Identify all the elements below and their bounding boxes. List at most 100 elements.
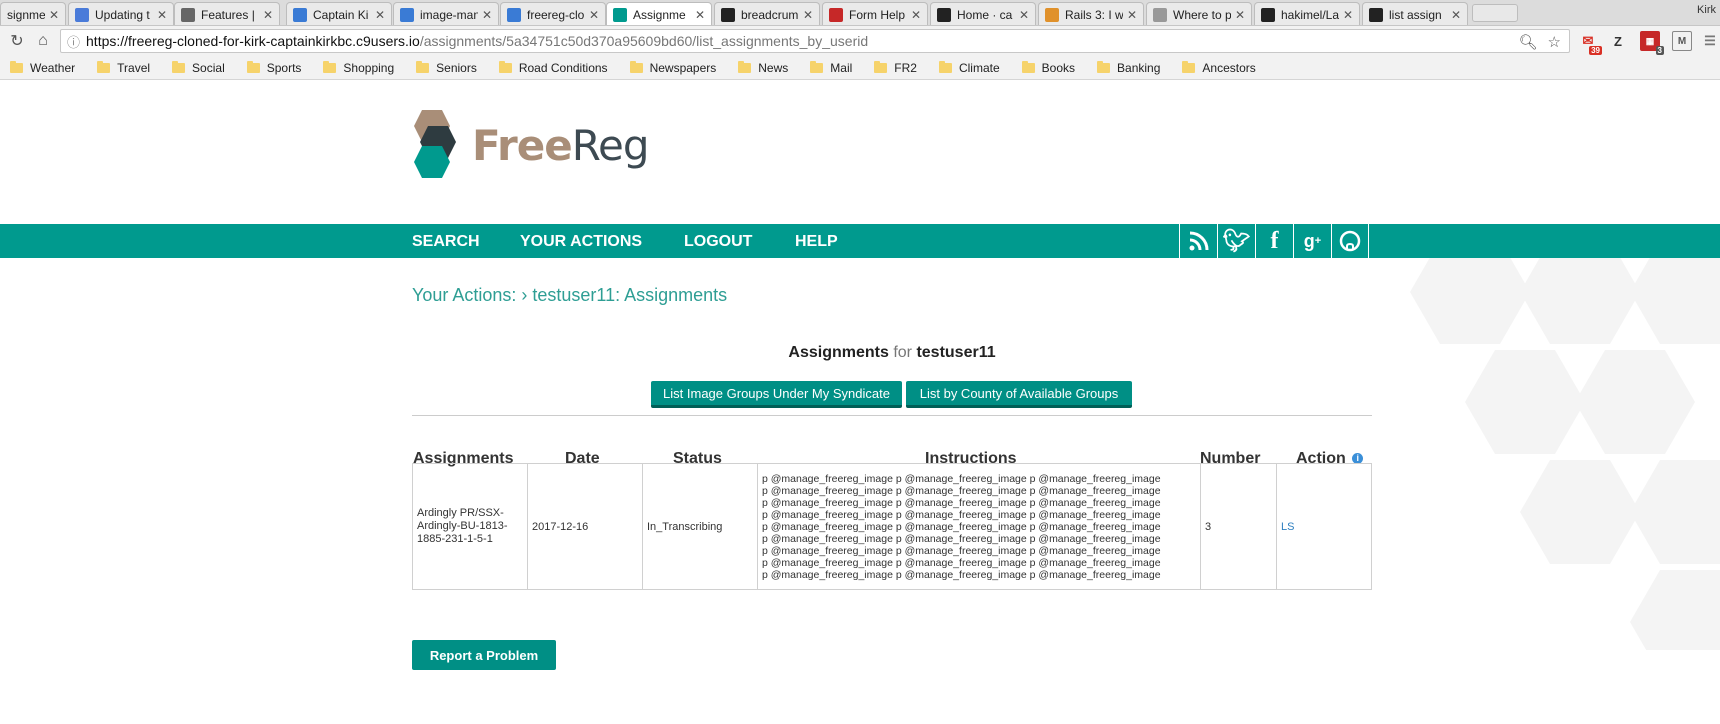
calendar-extension-icon[interactable]: ▦ 3	[1640, 31, 1664, 55]
bookmark-item[interactable]: Social	[172, 60, 225, 75]
tab-favicon-icon	[1261, 7, 1275, 22]
bookmark-item[interactable]: Shopping	[323, 60, 394, 75]
url-input[interactable]: ⓘ https://freereg-cloned-for-kirk-captai…	[60, 29, 1570, 53]
tab-close-icon[interactable]: ✕	[589, 8, 599, 22]
bookmark-item[interactable]: Banking	[1097, 60, 1160, 75]
tab-close-icon[interactable]: ✕	[803, 8, 813, 22]
bookmark-item[interactable]: Climate	[938, 60, 1000, 75]
list-by-county-button[interactable]: List by County of Available Groups	[906, 381, 1132, 408]
nav-search[interactable]: SEARCH	[412, 233, 480, 251]
tab-close-icon[interactable]: ✕	[157, 8, 167, 22]
twitter-icon[interactable]: 🐦︎	[1217, 224, 1255, 258]
bookmark-label: Road Conditions	[518, 60, 608, 75]
nav-your-actions[interactable]: YOUR ACTIONS	[520, 233, 642, 251]
bookmark-label: Sports	[266, 60, 302, 75]
tab-favicon-icon	[721, 7, 735, 22]
bookmark-item[interactable]: Travel	[97, 60, 150, 75]
m-extension-icon[interactable]: M	[1672, 31, 1692, 51]
tab-close-icon[interactable]: ✕	[263, 8, 273, 22]
browser-tab[interactable]: list assign ✕	[1362, 2, 1468, 25]
assignment-name-line: Ardingly-BU-1813-	[417, 520, 508, 532]
instruction-line: p @manage_freereg_image p @manage_freere…	[762, 544, 1161, 557]
url-host: https://freereg-cloned-for-kirk-captaink…	[86, 33, 420, 49]
bookmark-label: Weather	[30, 60, 76, 75]
browser-tab[interactable]: freereg-clo ✕	[500, 2, 606, 25]
menu-extension-icon[interactable]: ☰	[1700, 31, 1720, 51]
bookmark-item[interactable]: Mail	[810, 60, 853, 75]
browser-tab[interactable]: Home · ca ✕	[930, 2, 1036, 25]
freereg-hexagon-icon	[414, 110, 456, 178]
folder-icon	[416, 60, 430, 73]
bookmark-item[interactable]: Road Conditions	[498, 60, 608, 75]
bookmark-label: Mail	[830, 60, 853, 75]
bookmark-item[interactable]: Newspapers	[629, 60, 716, 75]
breadcrumb[interactable]: Your Actions: › testuser11: Assignments	[412, 285, 727, 306]
tab-label: Updating t	[95, 7, 150, 22]
tab-favicon-icon	[181, 7, 195, 22]
tab-strip: signme ✕ Updating t ✕ Features | ✕ Captain Ki…	[0, 0, 1720, 26]
tab-close-icon[interactable]: ✕	[1235, 8, 1245, 22]
new-tab-button[interactable]	[1472, 4, 1518, 22]
tab-close-icon[interactable]: ✕	[482, 8, 492, 22]
reload-icon[interactable]: ↻	[4, 28, 30, 54]
tab-favicon-icon	[937, 7, 951, 22]
bookmark-label: Ancestors	[1202, 60, 1256, 75]
browser-tab[interactable]: Where to p ✕	[1146, 2, 1252, 25]
bookmark-item[interactable]: FR2	[874, 60, 917, 75]
tab-label: Captain Ki	[313, 7, 369, 22]
tab-label: Rails 3: I w	[1065, 7, 1123, 22]
tab-close-icon[interactable]: ✕	[375, 8, 385, 22]
google-plus-icon[interactable]: g +	[1293, 224, 1331, 258]
nav-help[interactable]: HELP	[795, 233, 838, 251]
browser-tab[interactable]: Features | ✕	[174, 2, 280, 25]
bookmark-item[interactable]: Ancestors	[1182, 60, 1256, 75]
tab-close-icon[interactable]: ✕	[911, 8, 921, 22]
bookmark-label: News	[758, 60, 789, 75]
browser-tab[interactable]: image-man ✕	[393, 2, 499, 25]
zoom-icon[interactable]: 🔍︎	[1519, 33, 1538, 51]
bookmark-item[interactable]: Seniors	[416, 60, 477, 75]
home-icon[interactable]: ⌂	[30, 28, 56, 54]
browser-tab[interactable]: Assignme ✕	[606, 2, 712, 25]
bookmark-star-icon[interactable]: ☆	[1548, 33, 1561, 51]
browser-tab[interactable]: Form Help ✕	[822, 2, 928, 25]
browser-tab[interactable]: breadcrum ✕	[714, 2, 820, 25]
tab-close-icon[interactable]: ✕	[1019, 8, 1029, 22]
tab-close-icon[interactable]: ✕	[1127, 8, 1137, 22]
z-extension-icon[interactable]: Z	[1608, 31, 1628, 51]
bookmark-item[interactable]: Sports	[246, 60, 302, 75]
browser-tab[interactable]: Captain Ki ✕	[286, 2, 392, 25]
github-icon[interactable]	[1331, 224, 1369, 258]
title-for: for	[893, 344, 912, 361]
tab-label: signme	[7, 7, 45, 22]
bookmark-item[interactable]: Weather	[10, 60, 76, 75]
browser-tab[interactable]: hakimel/La ✕	[1254, 2, 1360, 25]
url-path: /assignments/5a34751c50d370a95609bd60/li…	[419, 33, 869, 49]
tab-close-icon[interactable]: ✕	[695, 8, 705, 22]
report-problem-button[interactable]: Report a Problem	[412, 640, 556, 670]
instruction-line: p @manage_freereg_image p @manage_freere…	[762, 532, 1161, 545]
instruction-line: p @manage_freereg_image p @manage_freere…	[762, 568, 1161, 581]
logo-wordmark: FreeReg	[472, 120, 649, 170]
rss-icon[interactable]	[1179, 224, 1217, 258]
freereg-logo[interactable]: FreeReg	[410, 110, 649, 180]
facebook-icon[interactable]: f	[1255, 224, 1293, 258]
bookmark-item[interactable]: News	[738, 60, 789, 75]
browser-tab[interactable]: signme ✕	[0, 2, 66, 25]
browser-tab[interactable]: Updating t ✕	[68, 2, 174, 25]
action-ls-link[interactable]: LS	[1281, 521, 1294, 533]
gmail-extension-icon[interactable]: ✉ 39	[1578, 31, 1602, 55]
page-info-icon[interactable]: ⓘ	[67, 32, 80, 51]
nav-logout[interactable]: LOGOUT	[684, 233, 752, 251]
browser-tab[interactable]: Rails 3: I w ✕	[1038, 2, 1144, 25]
bookmark-item[interactable]: Books	[1021, 60, 1075, 75]
tab-close-icon[interactable]: ✕	[1451, 8, 1461, 22]
profile-name[interactable]: Kirk	[1697, 4, 1716, 16]
tab-close-icon[interactable]: ✕	[49, 8, 59, 22]
tab-close-icon[interactable]: ✕	[1343, 8, 1353, 22]
title-user: testuser11	[916, 344, 996, 361]
tab-favicon-icon	[829, 7, 843, 22]
list-image-groups-button[interactable]: List Image Groups Under My Syndicate	[651, 381, 902, 408]
tab-label: list assign	[1389, 7, 1442, 22]
logo-free-text: Free	[472, 120, 573, 170]
